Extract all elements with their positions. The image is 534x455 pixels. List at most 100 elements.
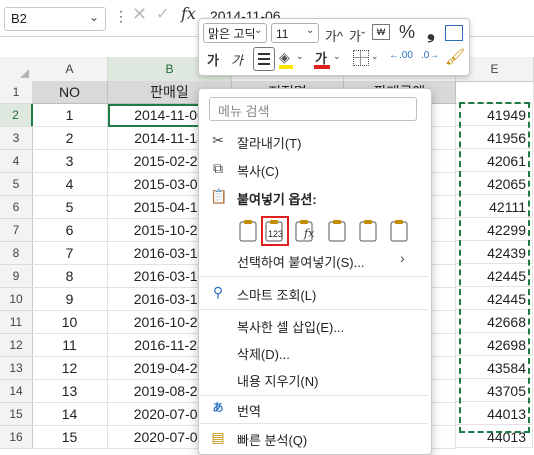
search-icon: ⚲ <box>212 284 224 300</box>
insert-function-icon[interactable]: fx <box>181 4 196 23</box>
menu-item-paste-special[interactable]: 선택하여 붙여넣기(S)... › <box>200 248 428 272</box>
cell-no[interactable]: 3 <box>32 150 108 173</box>
increase-decimal-icon[interactable]: ←.00 <box>389 50 413 61</box>
cell-no[interactable]: 13 <box>32 380 108 403</box>
borders-icon[interactable] <box>353 50 369 66</box>
cell-no[interactable]: 9 <box>32 288 108 311</box>
font-color-swatch <box>314 65 330 69</box>
insert-copied-label: 복사한 셀 삽입(E)... <box>237 320 345 335</box>
grow-font-icon[interactable]: 가^ <box>325 26 343 45</box>
paste-icon[interactable] <box>236 217 262 245</box>
row-header[interactable]: 1 <box>0 81 33 104</box>
row-header[interactable]: 12 <box>0 334 33 357</box>
chevron-down-icon[interactable]: ⌄ <box>254 25 262 36</box>
cell-no[interactable]: 12 <box>32 357 108 380</box>
menu-separator <box>200 423 428 424</box>
row-header[interactable]: 2 <box>0 104 33 127</box>
paste-formatting-icon[interactable] <box>356 217 382 245</box>
cell-no[interactable]: 5 <box>32 196 108 219</box>
copy-marquee <box>459 102 530 433</box>
name-box[interactable]: B2 ⌄ <box>4 7 106 31</box>
cell-no[interactable]: 11 <box>32 334 108 357</box>
row-header[interactable]: 14 <box>0 380 33 403</box>
menu-item-insert-copied[interactable]: 복사한 셀 삽입(E)... <box>200 313 428 337</box>
enter-icon[interactable]: ✓ <box>156 4 169 24</box>
wrap-text-icon[interactable] <box>445 25 463 41</box>
row-header[interactable]: 8 <box>0 242 33 265</box>
fill-color-icon[interactable]: ◈ <box>279 49 290 66</box>
menu-item-translate[interactable]: あ 번역 <box>200 397 428 421</box>
clear-label: 내용 지우기(N) <box>237 374 319 389</box>
chevron-down-icon[interactable]: ⌄ <box>296 51 304 62</box>
cell-no[interactable]: 15 <box>32 426 108 449</box>
name-box-value: B2 <box>11 11 27 26</box>
menu-item-smart-lookup[interactable]: ⚲ 스마트 조회(L) <box>200 281 428 305</box>
font-name-value: 맑은 고딕 <box>208 27 256 41</box>
formula-badge: fx <box>304 227 315 240</box>
menu-separator <box>200 309 428 310</box>
italic-icon[interactable]: 가 <box>231 50 243 69</box>
column-header-a[interactable]: A <box>32 57 108 82</box>
menu-item-delete[interactable]: 삭제(D)... <box>200 340 428 364</box>
cell[interactable] <box>456 81 534 104</box>
shrink-font-icon[interactable]: 가ˇ <box>349 26 365 45</box>
cancel-icon[interactable]: ✕ <box>132 4 147 25</box>
paste-values-icon[interactable]: 123 <box>261 216 289 246</box>
paste-formulas-icon[interactable]: fx <box>292 217 318 245</box>
row-header[interactable]: 15 <box>0 403 33 426</box>
format-painter-icon[interactable]: 🖌 <box>445 47 465 67</box>
quick-analysis-icon: ▤ <box>211 429 225 445</box>
menu-item-quick-analysis[interactable]: ▤ 빠른 분석(Q) <box>200 426 428 450</box>
row-header[interactable]: 9 <box>0 265 33 288</box>
quick-analysis-label: 빠른 분석(Q) <box>237 433 308 448</box>
align-center-icon[interactable] <box>253 47 275 71</box>
paste-link-icon[interactable] <box>387 217 413 245</box>
row-header[interactable]: 6 <box>0 196 33 219</box>
paste-transpose-icon[interactable] <box>325 217 351 245</box>
cell-no[interactable]: 6 <box>32 219 108 242</box>
chevron-down-icon[interactable]: ⌄ <box>371 51 379 62</box>
row-header[interactable]: 13 <box>0 357 33 380</box>
scissors-icon: ✂ <box>212 132 224 148</box>
row-header[interactable]: 4 <box>0 150 33 173</box>
row-header[interactable]: 11 <box>0 311 33 334</box>
row-header[interactable]: 10 <box>0 288 33 311</box>
percent-icon[interactable]: % <box>399 22 415 43</box>
values-badge: 123 <box>268 229 284 239</box>
menu-search-input[interactable]: 메뉴 검색 <box>209 97 417 121</box>
row-header[interactable]: 16 <box>0 426 33 449</box>
context-menu: 메뉴 검색 ✂ 잘라내기(T) ⧉ 복사(C) 📋 붙여넣기 옵션: 선택하여 … <box>198 88 432 455</box>
decrease-decimal-icon[interactable]: .0→ <box>421 50 439 61</box>
chevron-down-icon[interactable]: ⌄ <box>89 10 99 24</box>
menu-separator <box>200 395 428 396</box>
menu-item-cut-label: 잘라내기(T) <box>237 136 302 151</box>
accounting-format-icon[interactable]: ₩ <box>372 24 390 40</box>
cell-no[interactable]: 2 <box>32 127 108 150</box>
bold-icon[interactable]: 가 <box>207 50 219 69</box>
row-header[interactable]: 3 <box>0 127 33 150</box>
fill-color-swatch <box>279 65 293 69</box>
decrease-decimal-label: .0 <box>421 50 430 61</box>
chevron-down-icon[interactable]: ⌄ <box>333 51 341 62</box>
menu-item-cut[interactable]: ✂ 잘라내기(T) <box>200 129 428 153</box>
cell-no[interactable]: 7 <box>32 242 108 265</box>
cell-no[interactable]: 4 <box>32 173 108 196</box>
menu-item-clear[interactable]: 내용 지우기(N) <box>200 367 428 391</box>
menu-item-copy[interactable]: ⧉ 복사(C) <box>200 157 428 181</box>
smart-lookup-label: 스마트 조회(L) <box>237 288 317 303</box>
cell-no[interactable]: 1 <box>32 104 108 127</box>
chevron-down-icon[interactable]: ⌄ <box>306 25 314 36</box>
translate-icon: あ <box>212 402 224 414</box>
comma-style-icon[interactable]: ❟ <box>427 21 435 44</box>
mini-toolbar: 맑은 고딕 ⌄ 11 ⌄ 가^ 가ˇ ₩ % ❟ 가 가 ◈ ⌄ 가 ⌄ ⌄ ←… <box>198 18 470 76</box>
cell-no[interactable]: 14 <box>32 403 108 426</box>
paste-special-label: 선택하여 붙여넣기(S)... <box>237 255 365 270</box>
select-all-corner[interactable] <box>0 57 33 82</box>
more-icon[interactable]: ⋮ <box>114 8 128 25</box>
row-header[interactable]: 5 <box>0 173 33 196</box>
header-cell-a[interactable]: NO <box>32 81 108 104</box>
cell-no[interactable]: 10 <box>32 311 108 334</box>
cell-no[interactable]: 8 <box>32 265 108 288</box>
paste-options-label: 붙여넣기 옵션: <box>237 192 317 207</box>
row-header[interactable]: 7 <box>0 219 33 242</box>
